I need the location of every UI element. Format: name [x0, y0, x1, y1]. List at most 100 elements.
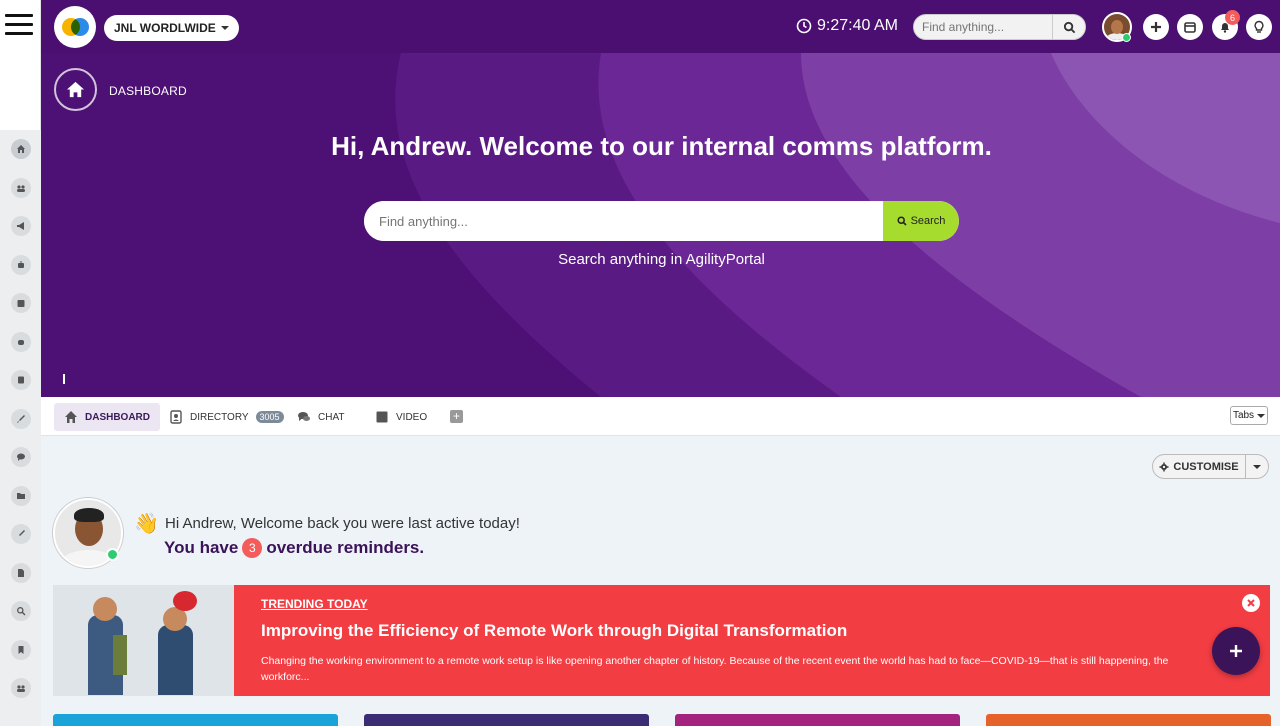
- top-search-button[interactable]: [1052, 15, 1085, 39]
- chevron-down-icon: [220, 26, 229, 30]
- sidebar-item-documents[interactable]: [0, 554, 41, 593]
- tips-button[interactable]: [1246, 14, 1272, 40]
- close-icon: [1247, 599, 1255, 607]
- tab-directory[interactable]: DIRECTORY 3005: [159, 403, 294, 431]
- tab-video[interactable]: VIDEO: [365, 403, 437, 431]
- lightbulb-icon: [1254, 20, 1264, 33]
- chevron-down-icon: [1253, 464, 1261, 469]
- sidebar-item-projects[interactable]: [0, 515, 41, 554]
- customise-button-group: CUSTOMISE: [1152, 454, 1269, 479]
- directory-count-badge: 3005: [255, 411, 284, 423]
- home-icon: [65, 411, 77, 423]
- reminders-suffix: overdue reminders.: [266, 538, 425, 557]
- text-cursor: [63, 374, 65, 384]
- sidebar-item-assistant[interactable]: [0, 323, 41, 362]
- clock-time: 9:27:40 AM: [817, 17, 898, 34]
- tabs-dropdown[interactable]: Tabs: [1230, 406, 1268, 425]
- add-tab-button[interactable]: +: [450, 410, 463, 423]
- wave-icon: 👋: [134, 513, 159, 535]
- breadcrumb: DASHBOARD: [109, 84, 187, 98]
- hero-search-button[interactable]: Search: [883, 201, 959, 241]
- search-icon: [1063, 21, 1075, 33]
- widget-card[interactable]: [675, 714, 960, 726]
- close-trending-button[interactable]: [1242, 594, 1260, 612]
- left-sidebar: [0, 0, 41, 726]
- trending-content: TRENDING TODAY Improving the Efficiency …: [234, 585, 1270, 696]
- widget-card[interactable]: [53, 714, 338, 726]
- online-status-dot: [1122, 33, 1131, 42]
- trending-image: [53, 585, 234, 696]
- sidebar-item-files[interactable]: [0, 477, 41, 516]
- tab-label: CHAT: [318, 411, 345, 423]
- calendar-icon: [10, 293, 31, 314]
- chat-icon: [298, 412, 310, 421]
- sidebar-item-chat[interactable]: [0, 438, 41, 477]
- calendar-icon: [1184, 22, 1196, 33]
- hamburger-menu-icon[interactable]: [5, 14, 33, 38]
- rocket-icon: [10, 408, 31, 429]
- hero-search-input[interactable]: [364, 201, 883, 241]
- search-icon: [897, 216, 907, 226]
- sidebar-item-notes[interactable]: [0, 361, 41, 400]
- hero-banner: DASHBOARD Hi, Andrew. Welcome to our int…: [41, 53, 1280, 397]
- org-name: JNL WORDLWIDE: [114, 21, 216, 35]
- widget-card[interactable]: [364, 714, 649, 726]
- trending-banner[interactable]: TRENDING TODAY Improving the Efficiency …: [53, 585, 1270, 696]
- search-icon: [10, 601, 31, 622]
- plus-icon: [1151, 22, 1161, 32]
- hero-title: Hi, Andrew. Welcome to our internal comm…: [331, 131, 992, 161]
- welcome-message: Hi Andrew, Welcome back you were last ac…: [165, 515, 520, 532]
- customise-dropdown-toggle[interactable]: [1246, 455, 1268, 478]
- chevron-down-icon: [1257, 413, 1266, 418]
- online-status-dot: [106, 548, 119, 561]
- app-logo[interactable]: [54, 6, 96, 48]
- plus-icon: [1230, 645, 1242, 657]
- reminders-count-badge: 3: [242, 538, 263, 558]
- sidebar-item-search[interactable]: [0, 592, 41, 631]
- hero-search: Search: [364, 201, 959, 241]
- sidebar-item-people[interactable]: [0, 169, 41, 208]
- bookmark-icon: [10, 639, 31, 660]
- hero-search-button-label: Search: [910, 215, 946, 227]
- create-button[interactable]: [1143, 14, 1169, 40]
- home-icon: [66, 81, 85, 98]
- tab-chat[interactable]: CHAT: [287, 403, 354, 431]
- widget-card[interactable]: [986, 714, 1271, 726]
- robot-icon: [10, 331, 31, 352]
- sidebar-item-announcements[interactable]: [0, 207, 41, 246]
- tab-label: VIDEO: [396, 411, 428, 423]
- top-bar: JNL WORDLWIDE 9:27:40 AM 6: [41, 0, 1280, 53]
- sidebar-item-home[interactable]: [0, 130, 41, 169]
- top-search-input[interactable]: [914, 15, 1052, 39]
- top-search: [913, 14, 1086, 40]
- floating-add-button[interactable]: [1212, 627, 1260, 675]
- rocket-icon: [10, 524, 31, 545]
- tab-dashboard[interactable]: DASHBOARD: [54, 403, 160, 431]
- org-switcher[interactable]: JNL WORDLWIDE: [104, 15, 239, 41]
- folder-icon: [10, 485, 31, 506]
- tab-label: DASHBOARD: [85, 411, 150, 423]
- sidebar-item-launch[interactable]: [0, 400, 41, 439]
- home-button[interactable]: [54, 68, 97, 111]
- sidebar-item-bots[interactable]: [0, 246, 41, 285]
- customise-label: CUSTOMISE: [1173, 460, 1239, 473]
- calendar-button[interactable]: [1177, 14, 1203, 40]
- tabs-dropdown-label: Tabs: [1232, 410, 1255, 421]
- contacts-icon: [170, 410, 182, 424]
- overdue-reminders[interactable]: You have 3 overdue reminders.: [164, 538, 424, 558]
- trending-tag-link[interactable]: TRENDING TODAY: [261, 597, 1244, 611]
- customise-button[interactable]: CUSTOMISE: [1153, 455, 1246, 478]
- sidebar-item-bookmarks[interactable]: [0, 631, 41, 670]
- notification-count-badge: 6: [1225, 10, 1240, 25]
- users-icon: [10, 177, 31, 198]
- robot-icon: [10, 254, 31, 275]
- trending-description: Changing the working environment to a re…: [261, 655, 1169, 683]
- trending-title[interactable]: Improving the Efficiency of Remote Work …: [261, 621, 1244, 641]
- sidebar-nav: [0, 130, 41, 726]
- gear-icon: [1159, 462, 1169, 471]
- reminders-prefix: You have: [164, 538, 239, 557]
- sidebar-item-calendar[interactable]: [0, 284, 41, 323]
- note-icon: [10, 370, 31, 391]
- sidebar-item-groups[interactable]: [0, 669, 41, 708]
- tab-label: DIRECTORY: [190, 411, 249, 423]
